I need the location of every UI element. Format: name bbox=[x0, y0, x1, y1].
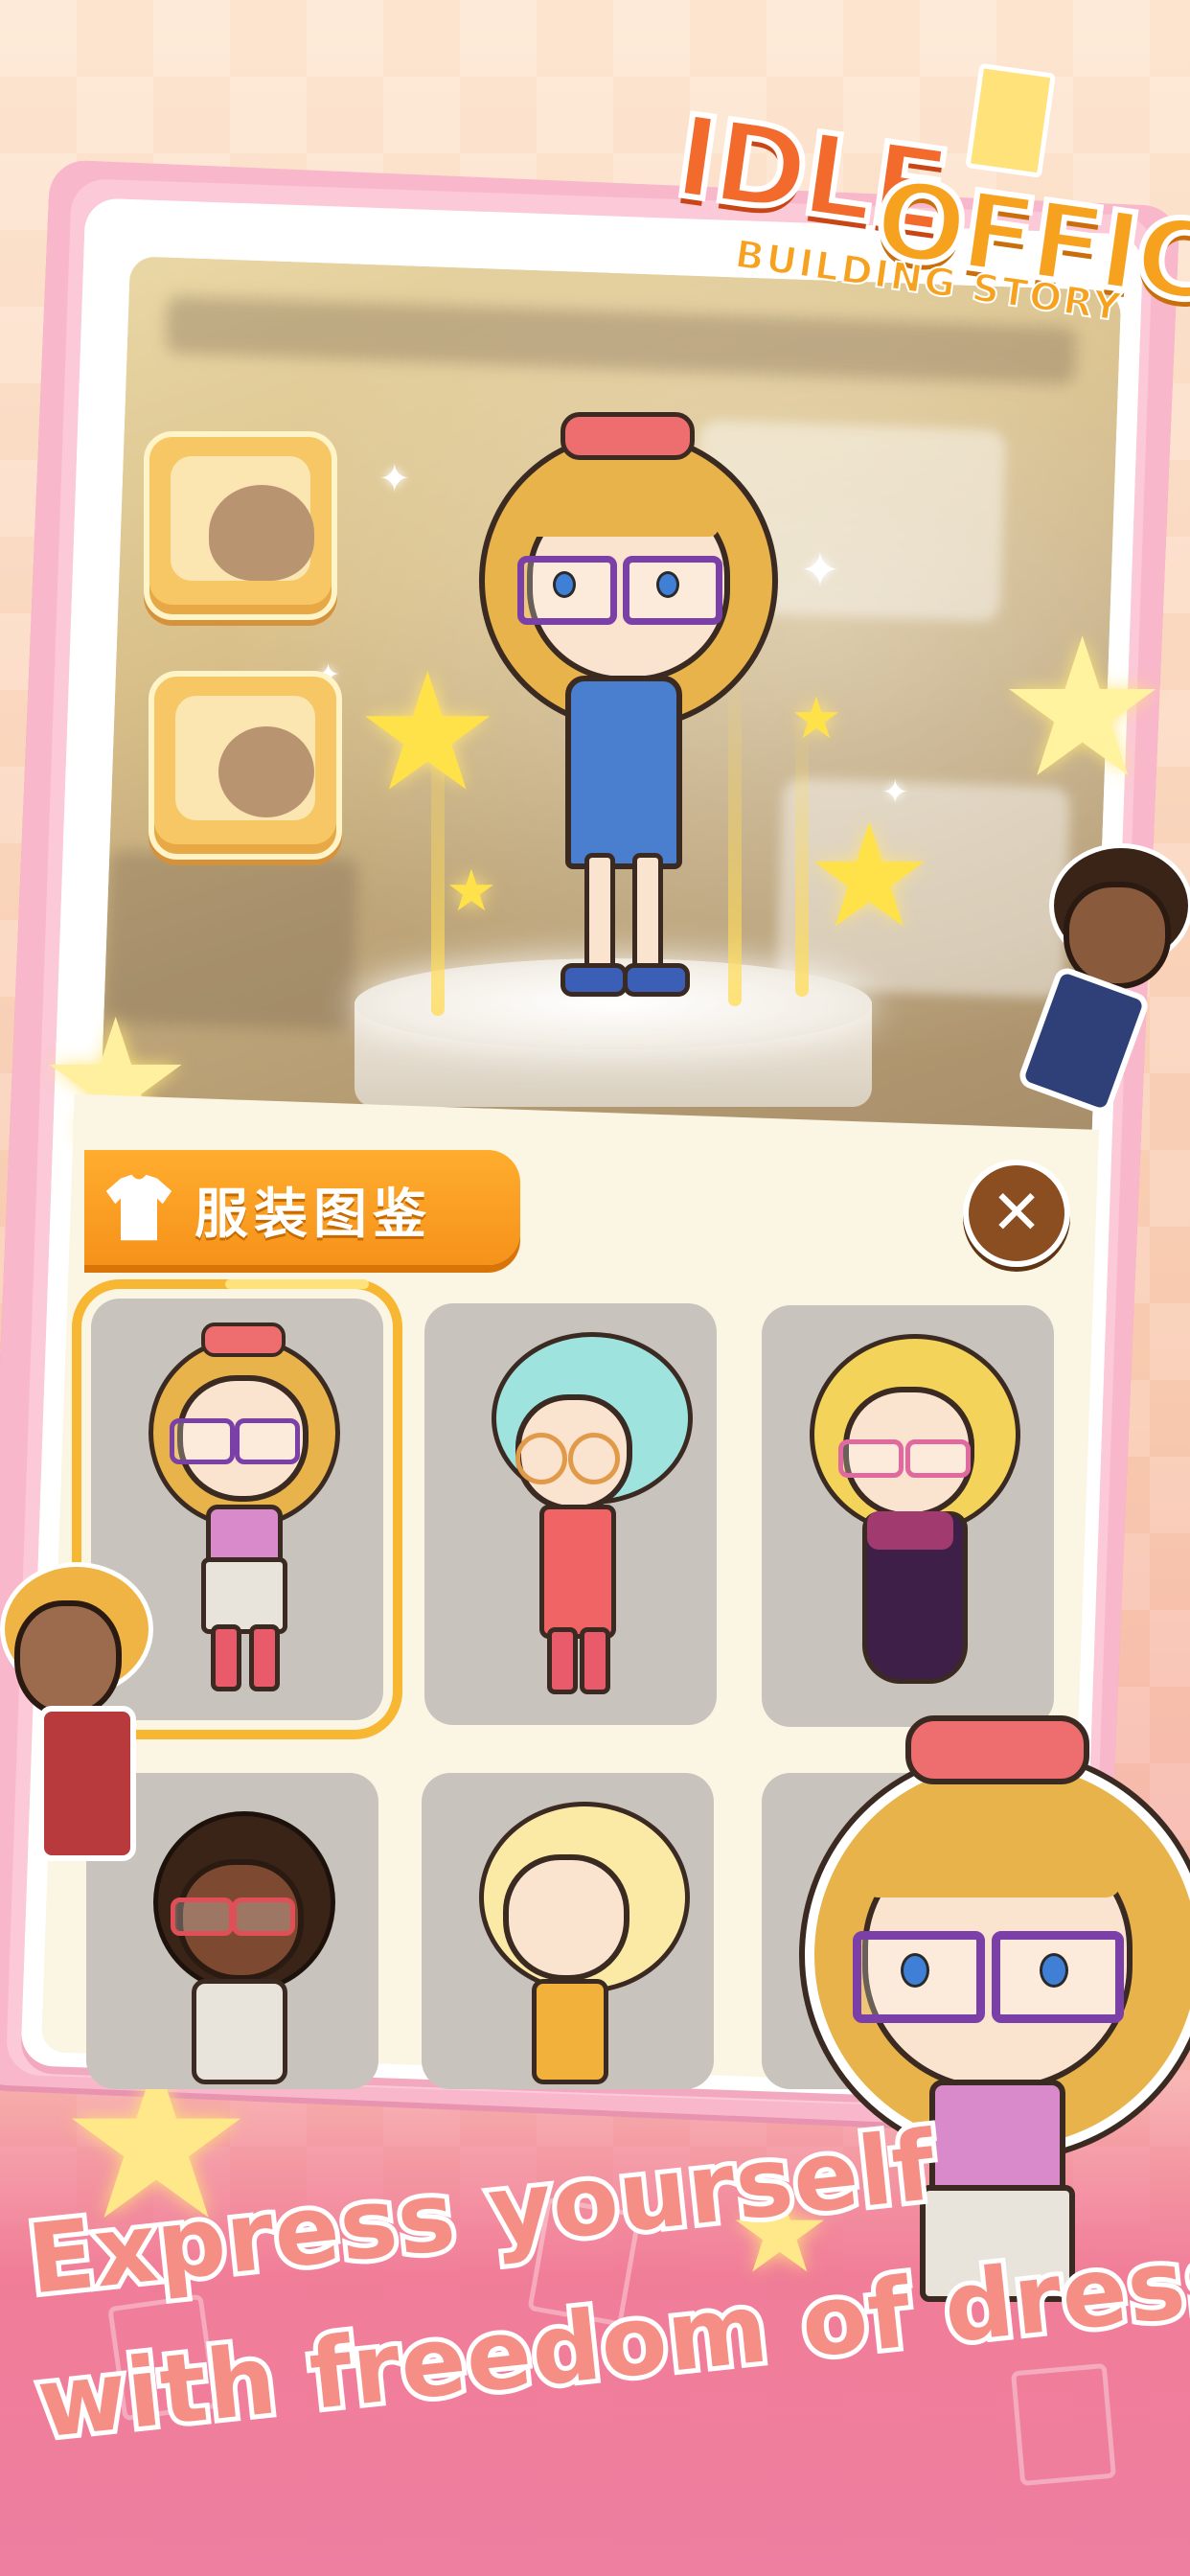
hair-slot-button[interactable] bbox=[144, 431, 337, 620]
shoe bbox=[623, 963, 690, 997]
hair-silhouette-icon bbox=[209, 485, 314, 581]
glasses bbox=[170, 1418, 235, 1464]
character-face bbox=[503, 1854, 629, 1981]
boot bbox=[211, 1624, 241, 1691]
round-glasses bbox=[568, 1433, 620, 1484]
boot bbox=[547, 1627, 578, 1694]
tagline: Express yourself with freedom of dress-u… bbox=[18, 2104, 1190, 2540]
wardrobe-title: 服装图鉴 bbox=[195, 1184, 432, 1246]
glasses bbox=[232, 1898, 295, 1936]
face-silhouette-icon bbox=[218, 726, 314, 817]
character-suit bbox=[565, 676, 682, 869]
glasses bbox=[235, 1418, 300, 1464]
building-icon bbox=[965, 62, 1056, 178]
slot-inner bbox=[171, 456, 314, 581]
hair-bow bbox=[905, 1715, 1089, 1784]
outfit-card-5[interactable] bbox=[422, 1773, 714, 2089]
outfit-card-3[interactable] bbox=[762, 1305, 1054, 1727]
eye bbox=[1040, 1953, 1068, 1988]
sparkle-icon: ✦ bbox=[800, 542, 840, 598]
eye bbox=[553, 571, 576, 598]
star-icon: ★ bbox=[790, 685, 842, 752]
character-dress bbox=[539, 1505, 616, 1639]
boot bbox=[249, 1624, 280, 1691]
character-bangs bbox=[527, 479, 719, 537]
wardrobe-title-tab: 服装图鉴 bbox=[84, 1150, 520, 1265]
outfit-card-2[interactable] bbox=[424, 1303, 717, 1725]
hair-bow bbox=[201, 1322, 286, 1357]
character-face bbox=[14, 1600, 122, 1717]
side-character-left bbox=[0, 1562, 172, 1907]
character-shorts bbox=[201, 1557, 287, 1634]
shirt-icon bbox=[105, 1174, 172, 1241]
hair-bow bbox=[561, 412, 695, 460]
collar bbox=[867, 1511, 953, 1550]
face-slot-button[interactable] bbox=[149, 671, 342, 860]
boot bbox=[580, 1627, 610, 1694]
leg bbox=[632, 853, 663, 978]
character-dress bbox=[532, 1979, 608, 2084]
cat-eye-glasses bbox=[838, 1439, 904, 1478]
shoe bbox=[561, 963, 628, 997]
character-shirt bbox=[192, 1979, 287, 2084]
sparkle-icon: ✦ bbox=[378, 457, 411, 501]
star-icon: ★ bbox=[996, 597, 1169, 820]
selected-indicator bbox=[225, 1279, 369, 1289]
close-icon: ✕ bbox=[991, 1178, 1042, 1249]
slot-inner bbox=[175, 696, 315, 820]
round-glasses bbox=[515, 1433, 567, 1484]
star-icon: ★ bbox=[805, 794, 934, 960]
eye bbox=[901, 1953, 929, 1988]
cat-eye-glasses bbox=[905, 1439, 971, 1478]
close-button[interactable]: ✕ bbox=[963, 1160, 1070, 1267]
character-bangs bbox=[862, 1821, 1121, 1898]
character-jacket bbox=[38, 1706, 136, 1861]
glasses bbox=[171, 1898, 234, 1936]
side-character-right bbox=[996, 843, 1190, 1160]
sparkle-icon: ✦ bbox=[881, 773, 909, 812]
main-character bbox=[460, 402, 786, 1016]
eye bbox=[656, 571, 679, 598]
leg bbox=[584, 853, 615, 978]
